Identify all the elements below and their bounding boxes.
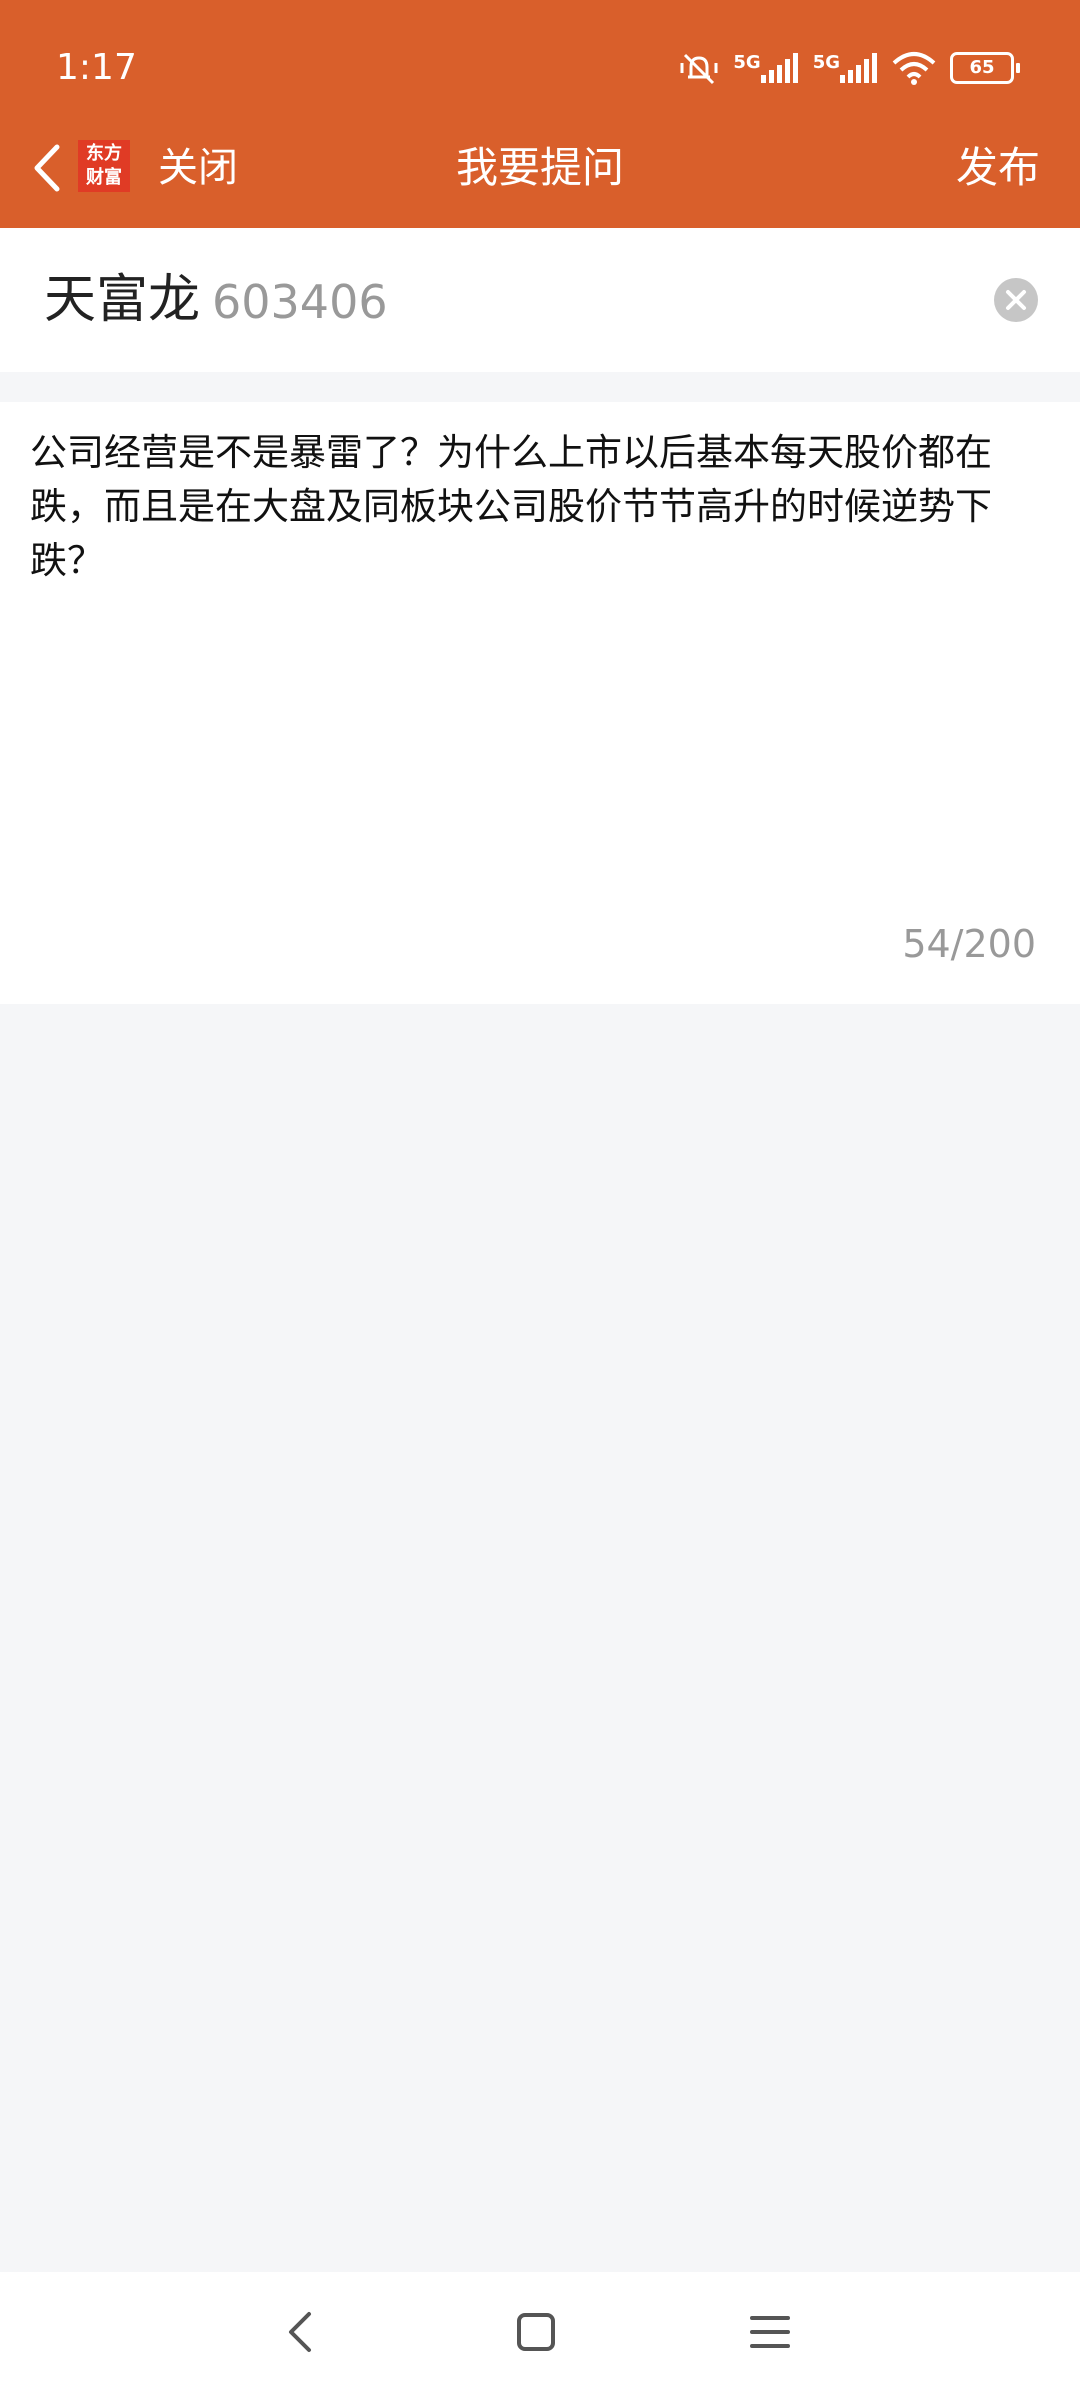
network-label: 5G bbox=[733, 52, 761, 73]
network-label: 5G bbox=[812, 52, 840, 73]
stock-selector[interactable]: 天富龙 603406 bbox=[0, 228, 1080, 372]
nav-menu-button[interactable] bbox=[740, 2302, 800, 2362]
battery-icon: 65 bbox=[950, 52, 1020, 84]
nav-home-button[interactable] bbox=[506, 2302, 566, 2362]
nav-back-button[interactable] bbox=[270, 2302, 330, 2362]
signal-5g-icon: 5G bbox=[733, 53, 798, 83]
question-input[interactable]: 公司经营是不是暴雷了？为什么上市以后基本每天股价都在跌，而且是在大盘及同板块公司… bbox=[0, 402, 1080, 1004]
question-text[interactable]: 公司经营是不是暴雷了？为什么上市以后基本每天股价都在跌，而且是在大盘及同板块公司… bbox=[30, 426, 1054, 588]
square-icon bbox=[517, 2313, 555, 2351]
stock-code: 603406 bbox=[212, 275, 388, 329]
battery-level: 65 bbox=[950, 52, 1014, 84]
wifi-icon bbox=[892, 51, 936, 85]
close-icon bbox=[1006, 290, 1026, 310]
clear-stock-button[interactable] bbox=[994, 278, 1038, 322]
system-navigation-bar bbox=[0, 2272, 1080, 2400]
page-title: 我要提问 bbox=[455, 143, 624, 192]
status-icons: 5G 5G 65 bbox=[679, 44, 1020, 92]
header: 1:17 5G 5G 65 东方 财富 关闭 我要提问 发布 bbox=[0, 0, 1080, 228]
stock-name: 天富龙 bbox=[44, 270, 201, 330]
chevron-left-icon bbox=[289, 2312, 311, 2352]
status-time: 1:17 bbox=[56, 47, 137, 88]
publish-button[interactable]: 发布 bbox=[956, 140, 1040, 196]
mute-bell-icon bbox=[679, 51, 719, 85]
character-counter: 54/200 bbox=[902, 922, 1036, 966]
signal-5g-icon: 5G bbox=[813, 53, 878, 83]
menu-icon bbox=[750, 2316, 790, 2348]
